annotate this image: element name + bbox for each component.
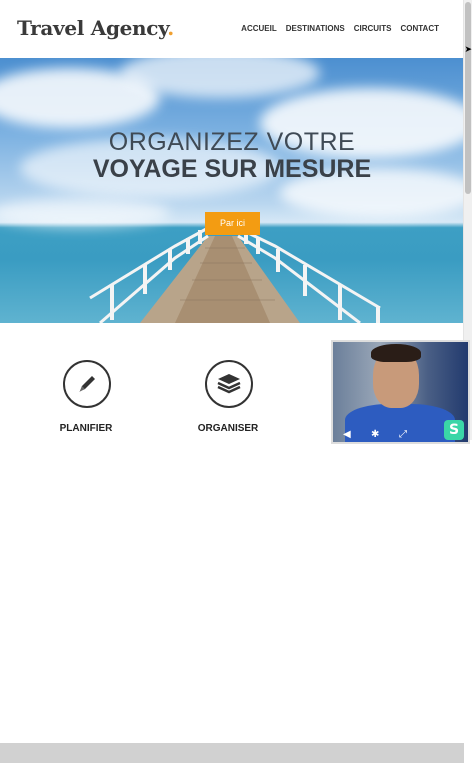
fullscreen-icon[interactable]: ⤢ <box>399 429 407 440</box>
cta-button[interactable]: Par ici <box>205 212 260 235</box>
hero-title-line-1: ORGANIZEZ VOTRE <box>108 128 356 156</box>
feature-icon-planifier <box>63 360 111 408</box>
nav-item-destinations[interactable]: DESTINATIONS <box>286 24 345 33</box>
settings-icon[interactable]: ✱ <box>371 429 379 440</box>
feature-icon-organiser <box>205 360 253 408</box>
pier-illustration <box>89 226 381 323</box>
feature-label-organiser: ORGANISER <box>197 423 259 434</box>
hero-title-line-2: VOYAGE SUR MESURE <box>92 155 372 183</box>
nav-item-accueil[interactable]: ACCUEIL <box>241 24 277 33</box>
hero-banner: ORGANIZEZ VOTRE VOYAGE SUR MESURE Par ic… <box>0 58 464 323</box>
site-logo[interactable]: Travel Agency. <box>17 16 174 40</box>
pencil-icon <box>79 376 95 392</box>
layers-icon <box>217 374 241 394</box>
nav-item-circuits[interactable]: CIRCUITS <box>354 24 392 33</box>
logo-dot: . <box>167 16 174 40</box>
feature-label-planifier: PLANIFIER <box>59 423 113 434</box>
logo-text: Travel Agency <box>17 16 168 40</box>
nav-item-contact[interactable]: CONTACT <box>400 24 439 33</box>
scrollbar-thumb[interactable] <box>465 2 471 194</box>
skype-logo-icon: S <box>444 420 464 440</box>
bottom-overlay-bar <box>0 743 464 763</box>
speaker-icon[interactable]: ◀ <box>343 429 351 440</box>
site-header: Travel Agency. ACCUEIL DESTINATIONS CIRC… <box>0 0 464 59</box>
webcam-overlay: ◀ ✱ ⤢ S <box>331 340 470 444</box>
webcam-person-hair <box>371 344 421 362</box>
main-nav: ACCUEIL DESTINATIONS CIRCUITS CONTACT <box>241 24 439 33</box>
mouse-cursor-icon: ➤ <box>464 44 472 54</box>
